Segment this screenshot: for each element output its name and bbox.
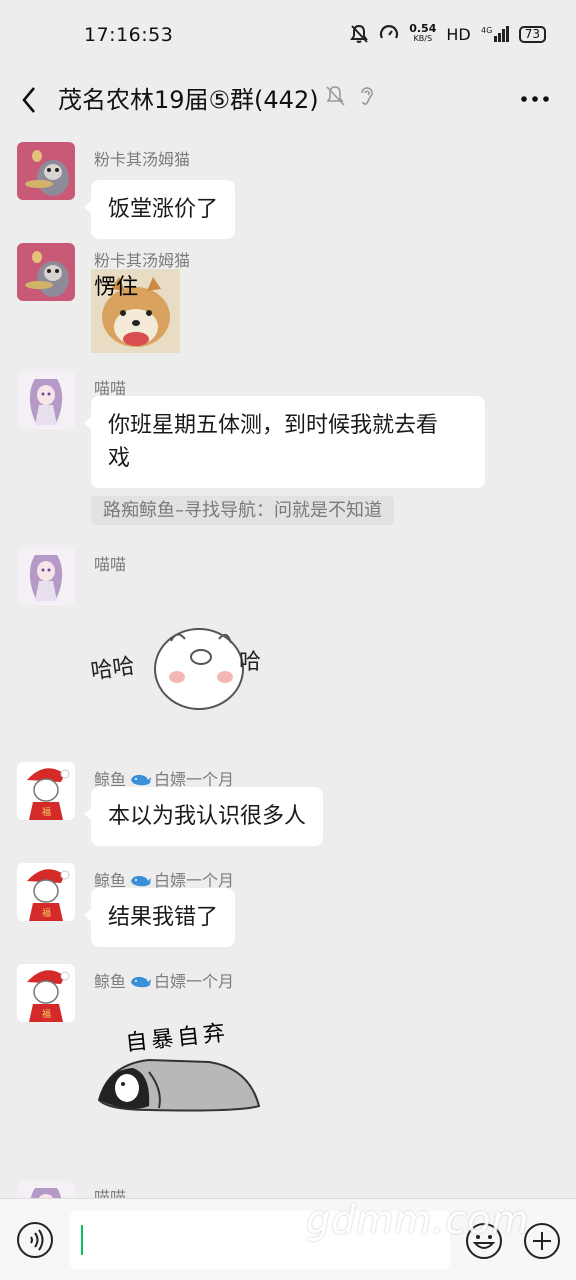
whale-icon	[131, 774, 152, 786]
avatar[interactable]: 福	[17, 762, 75, 820]
title-status-icons	[323, 84, 379, 108]
avatar[interactable]: 福	[17, 863, 75, 921]
svg-text:哈: 哈	[239, 650, 261, 675]
battery-indicator: 73	[518, 25, 546, 43]
message-bubble[interactable]: 饭堂涨价了	[83, 180, 236, 239]
sender-name: 鲸鱼 白嫖一个月	[94, 972, 235, 991]
avatar[interactable]	[17, 142, 75, 200]
svg-text:福: 福	[42, 907, 51, 919]
message-bubble[interactable]: 本以为我认识很多人	[83, 787, 324, 846]
mute-bell-icon	[326, 86, 345, 106]
sticker-image[interactable]: 愣住	[91, 269, 180, 353]
quoted-message[interactable]: 路痴鲸鱼–寻找导航：问就是不知道	[91, 496, 394, 525]
chat-title: 茂名农林19届⑤群(442)	[58, 86, 319, 114]
message-bubble[interactable]: 你班星期五体测，到时候我就去看 戏	[84, 396, 485, 488]
voice-input-icon[interactable]	[16, 1221, 54, 1259]
whale-icon	[131, 875, 152, 887]
svg-text:福: 福	[42, 806, 51, 818]
sticker-image[interactable]: 哈哈 哈	[89, 611, 265, 715]
status-bar: 17:16:53 0.54 KB/S HD 4G 73	[0, 0, 576, 72]
avatar[interactable]	[17, 243, 75, 301]
avatar[interactable]	[17, 547, 75, 605]
whale-icon	[131, 976, 152, 988]
hd-badge: HD	[446, 24, 471, 44]
watermark: gdmm.com	[306, 1198, 530, 1242]
chat-header: 茂名农林19届⑤群(442)	[0, 72, 576, 128]
more-options-icon[interactable]	[520, 84, 550, 114]
sticker-image[interactable]: 自暴自弃	[89, 1010, 265, 1130]
avatar[interactable]	[17, 1180, 75, 1198]
avatar[interactable]	[17, 371, 75, 429]
network-speed: 0.54 KB/S	[409, 22, 437, 43]
status-time: 17:16:53	[84, 24, 174, 46]
svg-text:福: 福	[42, 1008, 51, 1020]
sender-name: 喵喵	[94, 555, 127, 574]
back-arrow-icon[interactable]	[18, 82, 42, 118]
text-cursor	[81, 1225, 83, 1255]
sender-name: 粉卡其汤姆猫	[94, 251, 191, 270]
svg-text:4G: 4G	[481, 26, 492, 35]
sender-name: 喵喵	[94, 1188, 127, 1198]
earpiece-icon	[361, 87, 373, 105]
status-icons: 0.54 KB/S HD 4G 73	[349, 22, 546, 44]
svg-text:哈哈: 哈哈	[89, 654, 136, 685]
message-list[interactable]: 粉卡其汤姆猫 饭堂涨价了 粉卡其汤姆猫 愣住 喵喵 你班星期五体测，到时候我就去…	[0, 128, 576, 1198]
sticker-caption: 愣住	[94, 275, 139, 300]
sender-name: 粉卡其汤姆猫	[94, 150, 191, 169]
signal-icon: 4G	[481, 26, 509, 42]
mute-bell-icon	[350, 24, 369, 43]
message-bubble[interactable]: 结果我错了	[83, 888, 236, 947]
data-saver-icon	[380, 25, 399, 39]
avatar[interactable]: 福	[17, 964, 75, 1022]
